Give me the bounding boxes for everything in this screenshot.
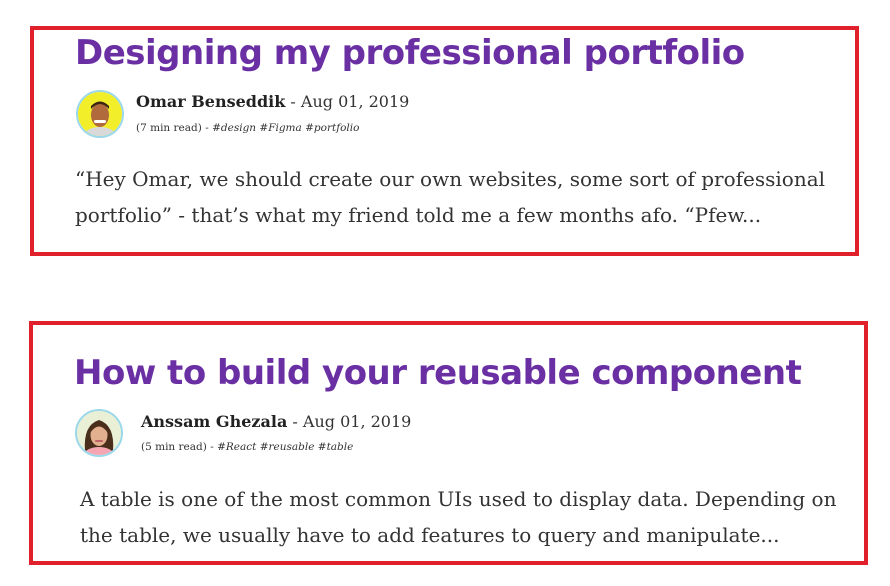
post-meta: Anssam Ghezala - Aug 01, 2019 (141, 412, 411, 431)
post-tags[interactable]: #React #reusable #table (217, 441, 353, 453)
author-name[interactable]: Omar Benseddik (136, 92, 285, 111)
post-card[interactable]: Designing my professional portfolio Omar… (30, 26, 859, 256)
post-excerpt: A table is one of the most common UIs us… (80, 487, 837, 547)
meta-separator: - (290, 92, 296, 111)
avatar-woman-icon (77, 411, 121, 455)
post-date: Aug 01, 2019 (302, 412, 412, 431)
avatar-man-icon (78, 92, 122, 136)
subinfo-dash: - (210, 441, 214, 453)
post-tags[interactable]: #design #Figma #portfolio (212, 122, 359, 134)
post-date: Aug 01, 2019 (300, 92, 410, 111)
read-time: (7 min read) (136, 122, 202, 134)
read-time: (5 min read) (141, 441, 207, 453)
post-subinfo: (5 min read) - #React #reusable #table (141, 441, 353, 453)
author-name[interactable]: Anssam Ghezala (141, 412, 287, 431)
subinfo-dash: - (205, 122, 209, 134)
post-card[interactable]: How to build your reusable component Ans… (29, 321, 868, 565)
post-title[interactable]: Designing my professional portfolio (75, 33, 745, 73)
post-excerpt: “Hey Omar, we should create our own webs… (75, 167, 826, 227)
post-title[interactable]: How to build your reusable component (74, 353, 802, 393)
post-subinfo: (7 min read) - #design #Figma #portfolio (136, 122, 359, 134)
author-avatar (76, 90, 124, 138)
meta-separator: - (292, 412, 298, 431)
author-avatar (75, 409, 123, 457)
post-meta: Omar Benseddik - Aug 01, 2019 (136, 92, 409, 111)
